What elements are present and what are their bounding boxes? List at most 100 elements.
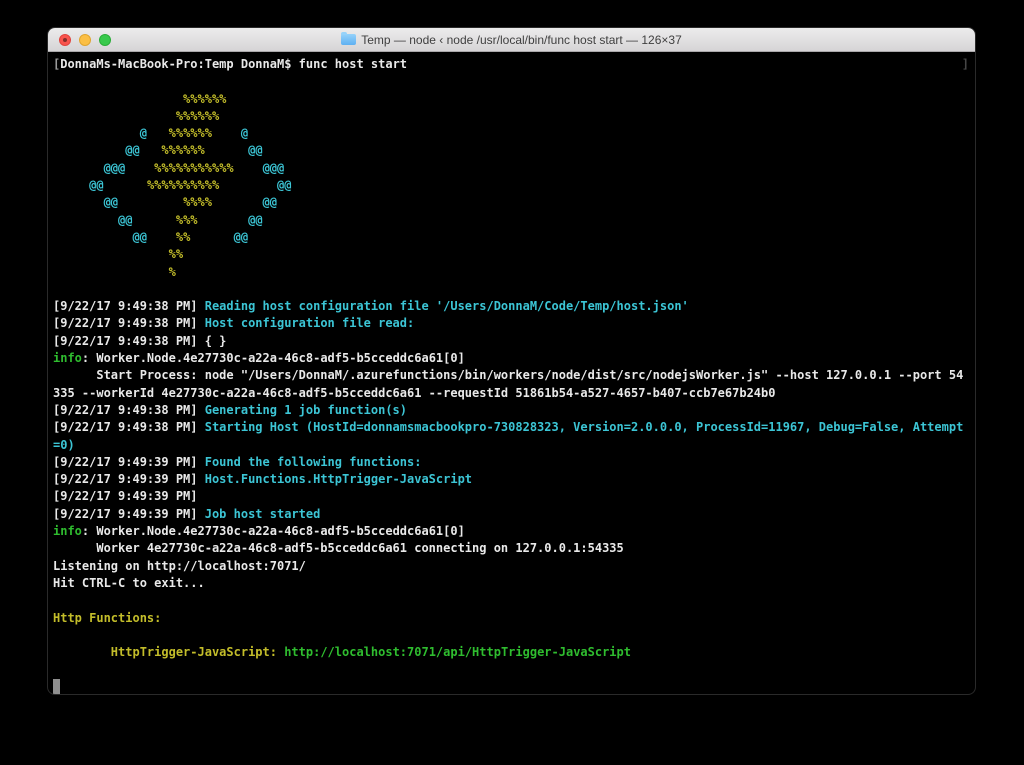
terminal-text: [9/22/17 9:49:38 PM] — [53, 299, 205, 313]
terminal-line: 335 --workerId 4e27730c-a22a-46c8-adf5-b… — [53, 385, 970, 402]
logo-line: %%%%%% — [53, 108, 970, 125]
terminal-text: Start Process: node "/Users/DonnaM/.azur… — [53, 368, 963, 382]
logo-line: @@ %% @@ — [53, 229, 970, 246]
window-titlebar[interactable]: Temp — node ‹ node /usr/local/bin/func h… — [48, 28, 975, 52]
logo-line: % — [53, 264, 970, 281]
logo-at-glyphs: @@ — [234, 230, 248, 244]
terminal-line: Worker 4e27730c-a22a-46c8-adf5-b5cceddc6… — [53, 540, 970, 557]
title-container: Temp — node ‹ node /usr/local/bin/func h… — [341, 33, 682, 47]
terminal-line: Http Functions: — [53, 610, 970, 627]
terminal-window: Temp — node ‹ node /usr/local/bin/func h… — [48, 28, 975, 694]
logo-percent-glyphs: %%%%%% — [169, 126, 212, 140]
logo-at-glyphs: @@ — [263, 195, 277, 209]
terminal-text: [9/22/17 9:49:38 PM] { } — [53, 334, 226, 348]
terminal-text: Host.Functions.HttpTrigger-JavaScript — [205, 472, 472, 486]
close-button[interactable] — [59, 34, 71, 46]
terminal-cursor — [53, 679, 60, 694]
terminal-text: : Worker.Node.4e27730c-a22a-46c8-adf5-b5… — [82, 351, 465, 365]
logo-at-glyphs: @@ — [132, 230, 146, 244]
terminal-text: [9/22/17 9:49:38 PM] — [53, 403, 205, 417]
logo-at-glyphs: @@@ — [263, 161, 285, 175]
terminal-line: info: Worker.Node.4e27730c-a22a-46c8-adf… — [53, 350, 970, 367]
terminal-text: 335 --workerId 4e27730c-a22a-46c8-adf5-b… — [53, 386, 775, 400]
logo-line: @@ %%%%%% @@ — [53, 142, 970, 159]
folder-icon — [341, 34, 356, 45]
logo-percent-glyphs: %% — [176, 230, 190, 244]
terminal-text: Hit CTRL-C to exit... — [53, 576, 205, 590]
terminal-text: http://localhost:7071/api/HttpTrigger-Ja… — [284, 645, 631, 659]
terminal-text: [9/22/17 9:49:39 PM] — [53, 489, 205, 503]
terminal-screen[interactable]: [DonnaMs-MacBook-Pro:Temp DonnaM$ func h… — [48, 52, 975, 694]
terminal-text: info — [53, 351, 82, 365]
terminal-text: Found the following functions: — [205, 455, 422, 469]
terminal-line: [9/22/17 9:49:38 PM] Host configuration … — [53, 315, 970, 332]
terminal-text: [9/22/17 9:49:38 PM] — [53, 316, 205, 330]
logo-at-glyphs: @@ — [89, 178, 103, 192]
terminal-line: [9/22/17 9:49:39 PM] — [53, 488, 970, 505]
logo-line: %%%%%% — [53, 91, 970, 108]
terminal-text: Worker 4e27730c-a22a-46c8-adf5-b5cceddc6… — [53, 541, 624, 555]
terminal-text: Starting Host (HostId=donnamsmacbookpro-… — [205, 420, 964, 434]
terminal-text: [9/22/17 9:49:38 PM] — [53, 420, 205, 434]
terminal-text: DonnaMs-MacBook-Pro:Temp DonnaM$ func ho… — [60, 57, 407, 71]
logo-at-glyphs: @@ — [104, 195, 118, 209]
window-title: Temp — node ‹ node /usr/local/bin/func h… — [361, 33, 682, 47]
prompt-right-mark: ] — [962, 56, 969, 73]
logo-at-glyphs: @@ — [248, 143, 262, 157]
terminal-text — [53, 645, 111, 659]
terminal-line — [53, 661, 970, 678]
terminal-text: [9/22/17 9:49:39 PM] — [53, 472, 205, 486]
logo-line: @@ %%% @@ — [53, 212, 970, 229]
logo-line: @@@ %%%%%%%%%%% @@@ — [53, 160, 970, 177]
logo-line: %% — [53, 246, 970, 263]
logo-percent-glyphs: % — [169, 265, 176, 279]
logo-line: @@ %%%%%%%%%% @@ — [53, 177, 970, 194]
terminal-line: [9/22/17 9:49:38 PM] Generating 1 job fu… — [53, 402, 970, 419]
logo-percent-glyphs: %%%%%%%%%% — [147, 178, 219, 192]
logo-percent-glyphs: %%%%%%%%%%% — [154, 161, 233, 175]
logo-percent-glyphs: %%%%%% — [176, 109, 219, 123]
terminal-line: [9/22/17 9:49:38 PM] { } — [53, 333, 970, 350]
logo-line: @ %%%%%% @ — [53, 125, 970, 142]
logo-at-glyphs: @@ — [277, 178, 291, 192]
logo-line: @@ %%%% @@ — [53, 194, 970, 211]
logo-percent-glyphs: %%% — [176, 213, 198, 227]
logo-at-glyphs: @@ — [125, 143, 139, 157]
logo-percent-glyphs: %%%%%% — [183, 92, 226, 106]
terminal-text: Generating 1 job function(s) — [205, 403, 407, 417]
terminal-line: [9/22/17 9:49:39 PM] Host.Functions.Http… — [53, 471, 970, 488]
terminal-line: HttpTrigger-JavaScript: http://localhost… — [53, 644, 970, 661]
prompt-line: [DonnaMs-MacBook-Pro:Temp DonnaM$ func h… — [53, 56, 970, 73]
terminal-text: =0) — [53, 438, 75, 452]
terminal-line — [53, 627, 970, 644]
terminal-line: [9/22/17 9:49:39 PM] Found the following… — [53, 454, 970, 471]
terminal-line — [53, 73, 970, 90]
logo-percent-glyphs: %%%% — [183, 195, 212, 209]
terminal-line: Listening on http://localhost:7071/ — [53, 558, 970, 575]
logo-at-glyphs: @ — [140, 126, 147, 140]
terminal-text: info — [53, 524, 82, 538]
terminal-line — [53, 592, 970, 609]
terminal-line: Start Process: node "/Users/DonnaM/.azur… — [53, 367, 970, 384]
logo-at-glyphs: @ — [241, 126, 248, 140]
terminal-text: Job host started — [205, 507, 321, 521]
logo-at-glyphs: @@ — [118, 213, 132, 227]
logo-at-glyphs: @@@ — [104, 161, 126, 175]
terminal-text: [9/22/17 9:49:39 PM] — [53, 455, 205, 469]
logo-percent-glyphs: %% — [169, 247, 183, 261]
terminal-text: [9/22/17 9:49:39 PM] — [53, 507, 205, 521]
terminal-line: Hit CTRL-C to exit... — [53, 575, 970, 592]
terminal-text: : Worker.Node.4e27730c-a22a-46c8-adf5-b5… — [82, 524, 465, 538]
logo-at-glyphs: @@ — [248, 213, 262, 227]
terminal-line: =0) — [53, 437, 970, 454]
logo-percent-glyphs: %%%%%% — [161, 143, 204, 157]
zoom-button[interactable] — [99, 34, 111, 46]
terminal-text: Host configuration file read: — [205, 316, 415, 330]
minimize-button[interactable] — [79, 34, 91, 46]
terminal-text: Reading host configuration file '/Users/… — [205, 299, 689, 313]
terminal-text: HttpTrigger-JavaScript: — [111, 645, 277, 659]
terminal-text: Http Functions: — [53, 611, 161, 625]
terminal-line: [9/22/17 9:49:39 PM] Job host started — [53, 506, 970, 523]
terminal-line: [9/22/17 9:49:38 PM] Reading host config… — [53, 298, 970, 315]
terminal-text: Listening on http://localhost:7071/ — [53, 559, 306, 573]
